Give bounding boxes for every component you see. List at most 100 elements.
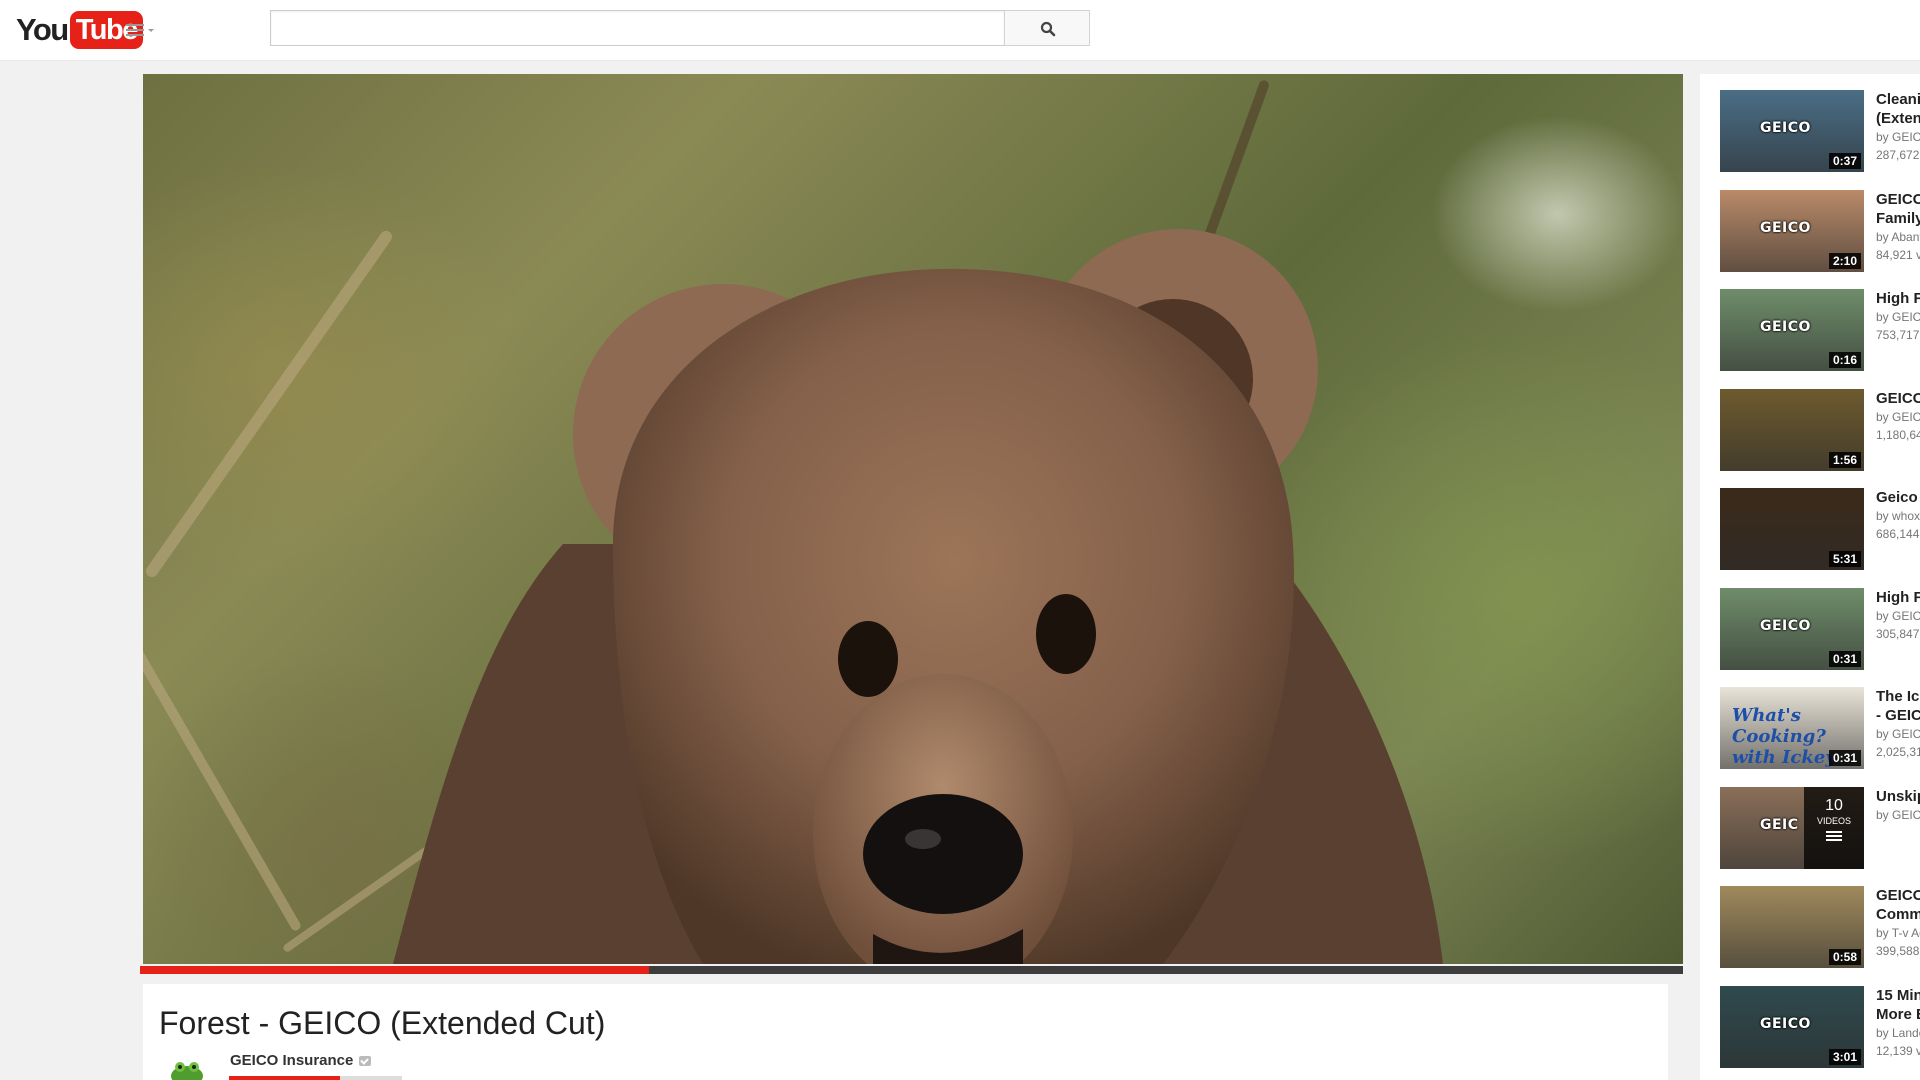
related-video-channel: by whoxp xyxy=(1876,509,1920,523)
video-thumbnail[interactable]: 0:58 xyxy=(1720,886,1864,968)
subscribe-bar[interactable] xyxy=(229,1076,402,1080)
related-video-meta: 15 Minu More E by Lando 12,139 vi xyxy=(1876,986,1920,1060)
thumbnail-text: GEIC xyxy=(1760,816,1799,833)
related-video-channel: by Lando xyxy=(1876,1025,1920,1040)
related-video-channel: by GEICO xyxy=(1876,310,1920,324)
related-video-channel: by Abant xyxy=(1876,229,1920,244)
related-video-views: 399,588 v xyxy=(1876,944,1920,958)
video-duration: 0:31 xyxy=(1828,650,1861,667)
related-video-views: 84,921 vi xyxy=(1876,247,1920,262)
search-button[interactable] xyxy=(1004,10,1090,46)
verified-icon xyxy=(359,1056,372,1067)
video-duration: 0:16 xyxy=(1828,352,1861,368)
related-video-title[interactable]: GEICO xyxy=(1876,886,1920,905)
bear-image xyxy=(393,229,1443,964)
video-thumbnail[interactable]: GEICO 0:31 xyxy=(1720,587,1864,670)
related-video-title[interactable]: Cleanin xyxy=(1876,90,1920,109)
related-video-title[interactable]: GEICO xyxy=(1876,190,1920,209)
related-video-item[interactable]: GEICO 3:01 15 Minu More E by Lando 12,13… xyxy=(1720,985,1920,1068)
video-thumbnail[interactable]: 1:56 xyxy=(1720,388,1864,471)
channel-name: GEICO Insurance xyxy=(230,1052,354,1069)
video-thumbnail[interactable]: GEICO 0:16 xyxy=(1720,289,1864,371)
related-video-item[interactable]: GEICO 0:37 Cleanin (Extend by GEICO 287,… xyxy=(1720,90,1920,172)
playlist-icon xyxy=(1826,830,1842,841)
playlist-label: VIDEOS xyxy=(1816,815,1851,826)
channel-avatar[interactable] xyxy=(167,1058,207,1080)
thumbnail-text: GEICO xyxy=(1760,219,1811,236)
related-video-item[interactable]: 0:58 GEICO Comme by T-v Ad 399,588 v xyxy=(1720,886,1920,968)
related-video-item[interactable]: GEICO 0:16 High Fi by GEICO 753,717 v xyxy=(1720,289,1920,371)
related-video-title-line2[interactable]: Comme xyxy=(1876,905,1920,924)
video-thumbnail[interactable]: GEICO 3:01 xyxy=(1720,985,1864,1068)
thumbnail-text: GEICO xyxy=(1760,617,1811,634)
channel-name-link[interactable]: GEICO Insurance xyxy=(230,1052,372,1069)
related-video-title-line2[interactable]: Family xyxy=(1876,209,1920,228)
video-duration: 0:31 xyxy=(1828,750,1861,766)
related-video-channel: by T-v Ad xyxy=(1876,926,1920,940)
thumbnail-text: GEICO xyxy=(1760,319,1811,335)
related-video-meta: GEICO Comme by T-v Ad 399,588 v xyxy=(1876,886,1920,960)
watch-info-panel: Forest - GEICO (Extended Cut) GEICO Insu… xyxy=(143,984,1668,1080)
playlist-count: 10 xyxy=(1825,796,1843,814)
related-video-meta: High Fi by GEICO 753,717 v xyxy=(1876,289,1920,344)
related-video-views: 686,144 v xyxy=(1876,527,1920,541)
related-video-title[interactable]: The Ick xyxy=(1876,687,1920,706)
related-video-title[interactable]: High Fi xyxy=(1876,588,1920,607)
hamburger-icon xyxy=(126,24,144,39)
related-video-channel: by GEICO xyxy=(1876,807,1920,822)
related-video-item[interactable]: GEIC 10VIDEOS Unskip by GEICO xyxy=(1720,786,1920,869)
video-thumbnail[interactable]: 5:31 xyxy=(1720,488,1864,570)
related-video-channel: by GEICO xyxy=(1876,727,1920,741)
video-duration: 0:37 xyxy=(1828,153,1861,169)
related-video-item[interactable]: GEICO 0:31 High Fi by GEICO 305,847 v xyxy=(1720,587,1920,670)
related-video-title[interactable]: 15 Minu xyxy=(1876,986,1920,1005)
related-video-views: 287,672 v xyxy=(1876,148,1920,162)
subscribe-bar-fill xyxy=(229,1076,340,1080)
related-video-channel: by GEICO xyxy=(1876,409,1920,424)
related-video-channel: by GEICO xyxy=(1876,608,1920,623)
related-video-meta: Unskip by GEICO xyxy=(1876,787,1920,824)
related-video-title[interactable]: GEICO xyxy=(1876,389,1920,408)
related-video-title-line2[interactable]: (Extend xyxy=(1876,109,1920,128)
video-thumbnail[interactable]: GEICO 2:10 xyxy=(1720,189,1864,272)
masthead: You Tube xyxy=(0,0,1920,61)
related-videos-sidebar: GEICO 0:37 Cleanin (Extend by GEICO 287,… xyxy=(1700,74,1920,1080)
video-duration: 0:58 xyxy=(1828,949,1861,965)
related-video-meta: Geico F by whoxp 686,144 v xyxy=(1876,488,1920,543)
video-thumbnail[interactable]: What's Cooking? with Ickey 0:31 xyxy=(1720,687,1864,769)
thumbnail-text: GEICO xyxy=(1760,120,1811,136)
progress-bar[interactable] xyxy=(140,966,1683,974)
related-video-meta: GEICO by GEICO 1,180,64 xyxy=(1876,389,1920,444)
related-video-title-line2[interactable]: - GEICO xyxy=(1876,706,1920,725)
search-input[interactable] xyxy=(270,10,1004,46)
related-video-title[interactable]: Unskip xyxy=(1876,787,1920,806)
related-video-views: 1,180,64 xyxy=(1876,427,1920,442)
video-duration: 1:56 xyxy=(1828,451,1861,468)
related-video-title[interactable]: High Fi xyxy=(1876,289,1920,308)
related-video-item[interactable]: What's Cooking? with Ickey 0:31 The Ick … xyxy=(1720,687,1920,769)
search-icon xyxy=(1040,21,1056,37)
related-video-title-line2[interactable]: More E xyxy=(1876,1005,1920,1024)
related-video-channel: by GEICO xyxy=(1876,130,1920,144)
related-video-item[interactable]: GEICO 2:10 GEICO Family by Abant 84,921 … xyxy=(1720,189,1920,272)
related-video-views: 2,025,31 xyxy=(1876,745,1920,759)
thumbnail-text: GEICO xyxy=(1760,1015,1811,1032)
related-video-meta: Cleanin (Extend by GEICO 287,672 v xyxy=(1876,90,1920,164)
related-video-item[interactable]: 1:56 GEICO by GEICO 1,180,64 xyxy=(1720,388,1920,471)
guide-menu-button[interactable] xyxy=(126,22,158,40)
related-video-views: 12,139 vi xyxy=(1876,1043,1920,1058)
caret-down-icon xyxy=(148,29,154,32)
related-video-meta: GEICO Family by Abant 84,921 vi xyxy=(1876,190,1920,264)
video-duration: 3:01 xyxy=(1828,1048,1861,1065)
related-video-title[interactable]: Geico F xyxy=(1876,488,1920,507)
video-thumbnail[interactable]: GEICO 0:37 xyxy=(1720,90,1864,172)
related-video-item[interactable]: 5:31 Geico F by whoxp 686,144 v xyxy=(1720,488,1920,570)
video-thumbnail[interactable]: GEIC 10 VIDEOS xyxy=(1720,786,1864,869)
youtube-logo[interactable]: You Tube xyxy=(16,11,143,49)
related-video-views: 305,847 v xyxy=(1876,626,1920,641)
video-duration: 2:10 xyxy=(1828,252,1861,269)
video-title: Forest - GEICO (Extended Cut) xyxy=(159,1005,606,1041)
video-player[interactable] xyxy=(143,74,1683,964)
video-duration: 5:31 xyxy=(1828,551,1861,567)
related-video-views: 753,717 v xyxy=(1876,328,1920,342)
